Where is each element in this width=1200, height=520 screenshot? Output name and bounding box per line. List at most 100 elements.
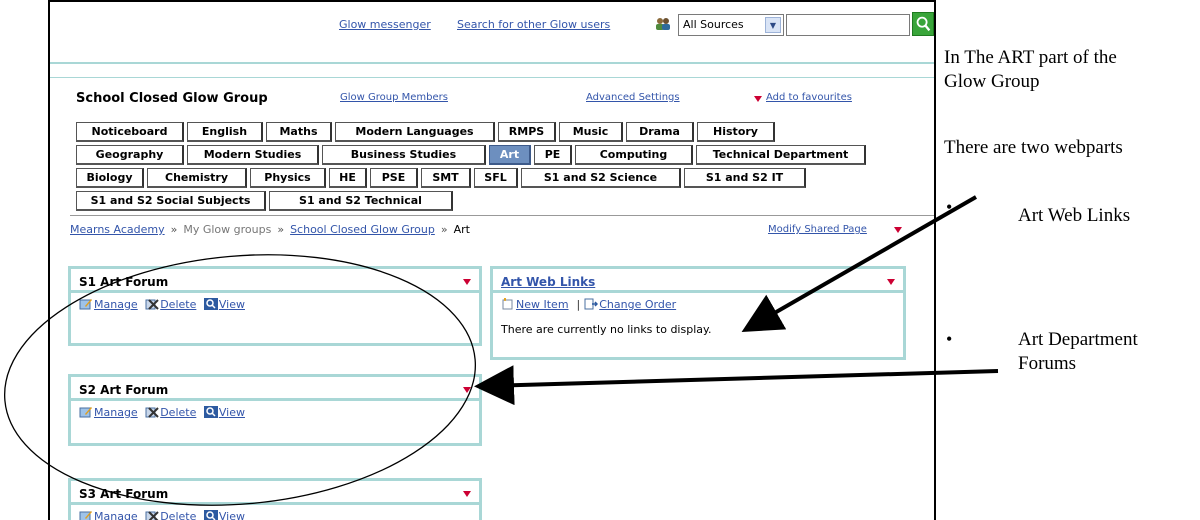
search-icon[interactable] (912, 12, 934, 36)
view-icon[interactable] (203, 406, 218, 418)
change-order-link[interactable]: Change Order (599, 298, 676, 311)
action-separator: | (576, 298, 581, 311)
manage-icon[interactable] (79, 406, 93, 418)
webpart-menu-icon[interactable] (463, 387, 471, 393)
header-divider (50, 62, 934, 78)
webpart-actions: New Item | Change Order There are currentl… (493, 293, 903, 341)
delete-icon[interactable] (145, 406, 159, 418)
tab-noticeboard[interactable]: Noticeboard (76, 122, 184, 142)
change-order-icon[interactable] (584, 298, 599, 310)
tab-music[interactable]: Music (559, 122, 623, 142)
annotation-intro-line2: Glow Group (944, 71, 1040, 92)
tab-technical-department[interactable]: Technical Department (696, 145, 866, 165)
tab-pe[interactable]: PE (534, 145, 572, 165)
webpart-menu-icon[interactable] (887, 279, 895, 285)
tab-drama[interactable]: Drama (626, 122, 694, 142)
menu-triangle-icon[interactable] (894, 227, 902, 233)
tab-chemistry[interactable]: Chemistry (147, 168, 247, 188)
tab-divider (70, 215, 934, 216)
breadcrumb-group-link[interactable]: School Closed Glow Group (290, 223, 435, 236)
breadcrumb-my-groups: My Glow groups (183, 223, 272, 236)
breadcrumb-current: Art (453, 223, 470, 236)
new-item-icon[interactable] (501, 298, 515, 310)
tab-sfl[interactable]: SFL (474, 168, 518, 188)
webpart-title-link[interactable]: Art Web Links (501, 275, 595, 289)
tab-geography[interactable]: Geography (76, 145, 184, 165)
webpart-title: S2 Art Forum (79, 383, 169, 397)
forum-webpart-s2: S2 Art Forum Manage Delete View (68, 374, 482, 446)
delete-link[interactable]: Delete (160, 510, 196, 520)
modify-shared-page-link[interactable]: Modify Shared Page (768, 224, 867, 235)
web-links-webpart: Art Web Links New Item | Change Order Ther… (490, 266, 906, 360)
annotation-bullet: • (946, 329, 953, 349)
annotation-bullet: • (946, 197, 953, 217)
tab-art[interactable]: Art (489, 145, 531, 165)
tab-s1-s2-science[interactable]: S1 and S2 Science (521, 168, 681, 188)
delete-icon[interactable] (145, 510, 159, 520)
tab-physics[interactable]: Physics (250, 168, 326, 188)
webpart-title-bar: S1 Art Forum (71, 269, 479, 293)
new-item-link[interactable]: New Item (516, 298, 569, 311)
manage-icon[interactable] (79, 298, 93, 310)
view-icon[interactable] (203, 298, 218, 310)
menu-triangle-icon[interactable] (754, 96, 762, 102)
annotation-intro-line1: In The ART part of the (944, 47, 1117, 68)
empty-links-message: There are currently no links to display. (501, 323, 712, 336)
tab-biology[interactable]: Biology (76, 168, 144, 188)
people-icon[interactable] (654, 16, 672, 32)
page-title: School Closed Glow Group (76, 91, 268, 106)
glow-messenger-link[interactable]: Glow messenger (339, 18, 431, 31)
forum-webpart-s1: S1 Art Forum Manage Delete View (68, 266, 482, 346)
forum-webpart-s3: S3 Art Forum Manage Delete View (68, 478, 482, 520)
breadcrumb: Mearns Academy » My Glow groups » School Clo… (70, 223, 470, 236)
manage-link[interactable]: Manage (94, 406, 138, 419)
manage-link[interactable]: Manage (94, 298, 138, 311)
webpart-title-bar: Art Web Links (493, 269, 903, 293)
webpart-menu-icon[interactable] (463, 279, 471, 285)
breadcrumb-separator: » (170, 223, 178, 236)
tab-maths[interactable]: Maths (266, 122, 332, 142)
tab-business-studies[interactable]: Business Studies (322, 145, 486, 165)
webpart-menu-icon[interactable] (463, 491, 471, 497)
search-source-select[interactable]: All Sources ▼ (678, 14, 784, 36)
view-icon[interactable] (203, 510, 218, 520)
tab-rmps[interactable]: RMPS (498, 122, 556, 142)
view-link[interactable]: View (219, 510, 245, 520)
webpart-title: S3 Art Forum (79, 487, 169, 501)
group-members-link[interactable]: Glow Group Members (340, 92, 448, 103)
breadcrumb-separator: » (440, 223, 448, 236)
delete-icon[interactable] (145, 298, 159, 310)
tab-s1-s2-it[interactable]: S1 and S2 IT (684, 168, 806, 188)
tab-s1-s2-social-subjects[interactable]: S1 and S2 Social Subjects (76, 191, 266, 211)
tab-s1-s2-technical[interactable]: S1 and S2 Technical (269, 191, 453, 211)
tab-modern-languages[interactable]: Modern Languages (335, 122, 495, 142)
annotation-item-forums-line1: Art Department (1018, 329, 1138, 350)
tab-smt[interactable]: SMT (421, 168, 471, 188)
delete-link[interactable]: Delete (160, 406, 196, 419)
tab-english[interactable]: English (187, 122, 263, 142)
add-to-favourites-link[interactable]: Add to favourites (766, 92, 852, 103)
advanced-settings-link[interactable]: Advanced Settings (586, 92, 680, 103)
annotation-item-forums-line2: Forums (1018, 353, 1077, 374)
webpart-title-bar: S2 Art Forum (71, 377, 479, 401)
search-users-link[interactable]: Search for other Glow users (457, 18, 610, 31)
breadcrumb-separator: » (277, 223, 285, 236)
manage-link[interactable]: Manage (94, 510, 138, 520)
webpart-actions: Manage Delete View (71, 293, 479, 316)
manage-icon[interactable] (79, 510, 93, 520)
tab-modern-studies[interactable]: Modern Studies (187, 145, 319, 165)
breadcrumb-home-link[interactable]: Mearns Academy (70, 223, 165, 236)
tab-he[interactable]: HE (329, 168, 367, 188)
tab-pse[interactable]: PSE (370, 168, 418, 188)
annotation-item-web-links: Art Web Links (1018, 205, 1131, 226)
delete-link[interactable]: Delete (160, 298, 196, 311)
webpart-title: S1 Art Forum (79, 275, 169, 289)
webpart-actions: Manage Delete View (71, 505, 479, 520)
view-link[interactable]: View (219, 406, 245, 419)
search-input[interactable] (786, 14, 910, 36)
view-link[interactable]: View (219, 298, 245, 311)
chevron-down-icon[interactable]: ▼ (765, 17, 781, 33)
top-bar: Glow messenger Search for other Glow use… (50, 2, 934, 60)
tab-computing[interactable]: Computing (575, 145, 693, 165)
tab-history[interactable]: History (697, 122, 775, 142)
